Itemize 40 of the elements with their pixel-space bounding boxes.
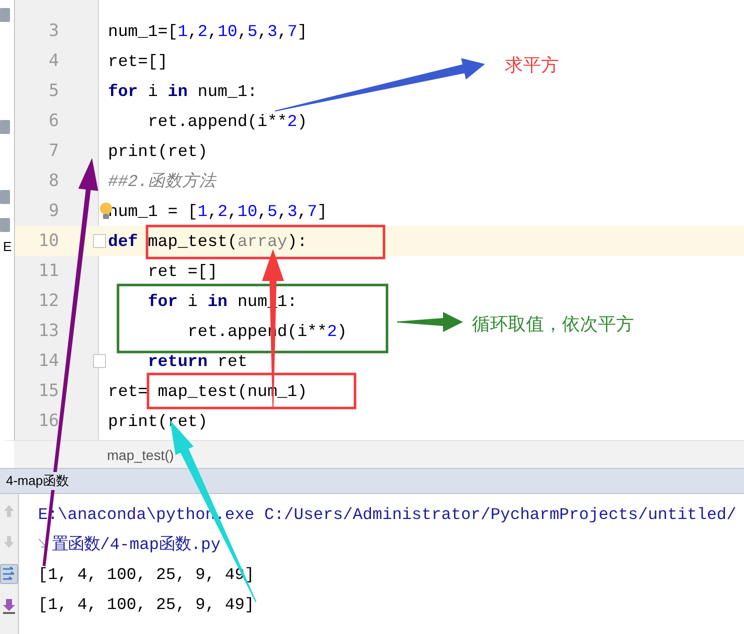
soft-wrap-icon[interactable] (0, 564, 18, 584)
code-line: return ret (146, 352, 248, 370)
line-number: 6 (48, 111, 59, 131)
fold-icon[interactable] (93, 354, 106, 368)
annotation-label: 求平方 (505, 54, 559, 77)
scroll-to-end-icon[interactable] (1, 597, 17, 615)
code-line: ret.append(i**2) (146, 112, 308, 130)
line-number: 9 (48, 201, 59, 221)
breadcrumb[interactable]: map_test() (107, 446, 174, 462)
code-line: ret =[] (146, 262, 218, 280)
line-number: 10 (38, 231, 59, 251)
line-number: 7 (48, 141, 59, 161)
tab-icon[interactable] (0, 190, 10, 204)
line-number: 8 (48, 171, 59, 191)
console-output-line: [1, 4, 100, 25, 9, 49] (38, 594, 254, 614)
line-number: 3 (48, 21, 59, 41)
line-number: 11 (38, 261, 59, 281)
code-line: print(ret) (108, 412, 208, 430)
code-line: num_1=[1,2,10,5,3,7] (108, 22, 308, 40)
line-number: 15 (38, 381, 59, 401)
tab-icon[interactable] (0, 120, 10, 134)
tab-icon[interactable] (0, 218, 10, 232)
line-number: 14 (38, 351, 59, 371)
console-output-line: 置函数/4-map函数.py (52, 534, 221, 555)
code-line: def map_test(array): (108, 232, 308, 250)
code-line: for i in num_1: (108, 82, 258, 100)
tab-icon[interactable] (0, 8, 10, 22)
run-tab-title[interactable]: 4-map函数 (6, 472, 69, 490)
line-number: 13 (38, 321, 59, 341)
arrow (397, 312, 463, 332)
annotation-label: 循环取值，依次平方 (472, 313, 634, 336)
side-tab-label[interactable]: E (3, 239, 12, 254)
line-number: 5 (48, 81, 59, 101)
code-line: ret=[] (108, 52, 168, 70)
fold-icon[interactable] (93, 234, 106, 248)
line-number: 16 (38, 411, 59, 431)
code-line: ##2.函数方法 (108, 171, 216, 192)
line-number: 12 (38, 291, 59, 311)
code-line: print(ret) (108, 142, 208, 160)
line-number: 4 (48, 51, 59, 71)
